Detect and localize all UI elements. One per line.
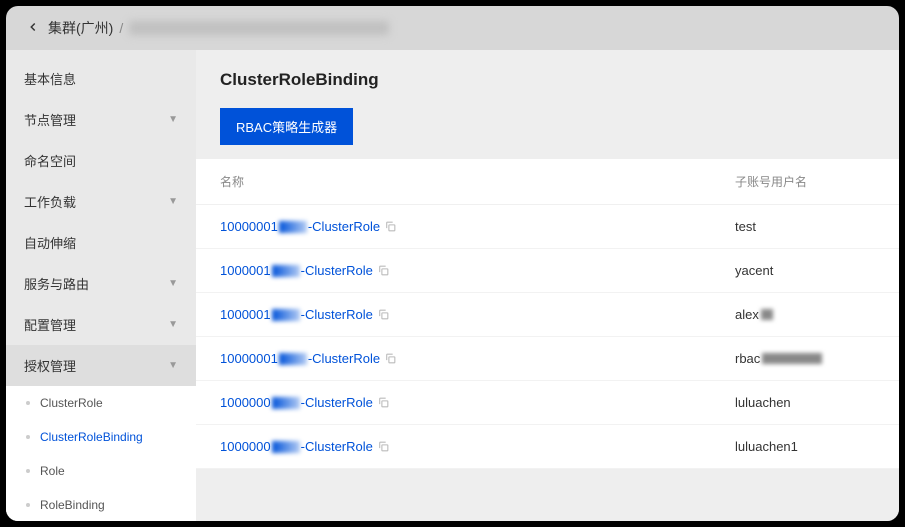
sidebar-item-label: 配置管理 [24, 315, 76, 334]
sidebar-subitem-ClusterRole[interactable]: ClusterRole [6, 386, 196, 420]
name-prefix: 1000000 [220, 439, 271, 454]
sidebar-item-配置管理[interactable]: 配置管理 ▼ [6, 304, 196, 345]
copy-icon[interactable] [377, 396, 390, 409]
sidebar-item-label: 工作负载 [24, 192, 76, 211]
cell-name[interactable]: 1000001 -ClusterRole [220, 307, 735, 322]
sidebar-item-命名空间[interactable]: 命名空间 [6, 140, 196, 181]
name-blurred [272, 309, 300, 321]
chevron-down-icon: ▼ [168, 360, 178, 371]
content-area: ClusterRoleBinding RBAC策略生成器 名称 子账号用户名 1… [196, 50, 899, 521]
sidebar-item-label: 授权管理 [24, 356, 76, 375]
user-blurred [762, 353, 822, 364]
name-blurred [272, 265, 300, 277]
copy-icon[interactable] [384, 352, 397, 365]
sidebar-item-授权管理[interactable]: 授权管理 ▼ [6, 345, 196, 386]
cell-name[interactable]: 10000001 -ClusterRole [220, 351, 735, 366]
sidebar-item-label: 自动伸缩 [24, 233, 76, 252]
copy-icon[interactable] [384, 220, 397, 233]
name-suffix: -ClusterRole [301, 263, 373, 278]
name-suffix: -ClusterRole [301, 395, 373, 410]
chevron-down-icon: ▼ [168, 319, 178, 330]
sidebar-subitem-ClusterRoleBinding[interactable]: ClusterRoleBinding [6, 420, 196, 454]
name-suffix: -ClusterRole [301, 307, 373, 322]
sidebar-item-基本信息[interactable]: 基本信息 [6, 58, 196, 99]
name-prefix: 1000001 [220, 307, 271, 322]
cell-user: test [735, 219, 875, 234]
table-row: 1000001 -ClusterRole yacent [196, 249, 899, 293]
page-title: ClusterRoleBinding [196, 50, 899, 108]
back-arrow-icon[interactable] [26, 20, 40, 37]
cell-name[interactable]: 10000001 -ClusterRole [220, 219, 735, 234]
cell-user: luluachen [735, 395, 875, 410]
breadcrumb-cluster[interactable]: 集群(广州) [48, 18, 113, 38]
name-suffix: -ClusterRole [301, 439, 373, 454]
name-prefix: 1000000 [220, 395, 271, 410]
breadcrumb: 集群(广州) / [6, 6, 899, 50]
copy-icon[interactable] [377, 264, 390, 277]
name-blurred [272, 397, 300, 409]
name-prefix: 10000001 [220, 219, 278, 234]
sidebar-item-label: 服务与路由 [24, 274, 89, 293]
column-header-user: 子账号用户名 [735, 173, 875, 190]
sidebar-item-label: 节点管理 [24, 110, 76, 129]
name-suffix: -ClusterRole [308, 351, 380, 366]
table-panel: 名称 子账号用户名 10000001-ClusterRoletest100000… [196, 159, 899, 469]
user-blurred [761, 309, 773, 320]
sidebar-item-节点管理[interactable]: 节点管理 ▼ [6, 99, 196, 140]
breadcrumb-current-blurred [129, 21, 389, 35]
table-row: 1000000 -ClusterRole luluachen [196, 381, 899, 425]
copy-icon[interactable] [377, 308, 390, 321]
table-header: 名称 子账号用户名 [196, 159, 899, 205]
cell-name[interactable]: 1000001 -ClusterRole [220, 263, 735, 278]
name-suffix: -ClusterRole [308, 219, 380, 234]
sidebar-subitem-RoleBinding[interactable]: RoleBinding [6, 488, 196, 521]
cell-name[interactable]: 1000000 -ClusterRole [220, 395, 735, 410]
cell-name[interactable]: 1000000 -ClusterRole [220, 439, 735, 454]
sidebar-item-label: 命名空间 [24, 151, 76, 170]
name-blurred [272, 441, 300, 453]
breadcrumb-separator: / [119, 20, 123, 36]
table-row: 10000001 -ClusterRole test [196, 205, 899, 249]
sidebar-item-服务与路由[interactable]: 服务与路由 ▼ [6, 263, 196, 304]
cell-user: rbac [735, 351, 875, 366]
sidebar-item-工作负载[interactable]: 工作负载 ▼ [6, 181, 196, 222]
chevron-down-icon: ▼ [168, 196, 178, 207]
sidebar-subitem-Role[interactable]: Role [6, 454, 196, 488]
cell-user: luluachen1 [735, 439, 875, 454]
cell-user: yacent [735, 263, 875, 278]
name-prefix: 10000001 [220, 351, 278, 366]
rbac-generator-button[interactable]: RBAC策略生成器 [220, 108, 353, 145]
name-prefix: 1000001 [220, 263, 271, 278]
chevron-down-icon: ▼ [168, 278, 178, 289]
copy-icon[interactable] [377, 440, 390, 453]
chevron-down-icon: ▼ [168, 114, 178, 125]
table-row: 10000001 -ClusterRole rbac [196, 337, 899, 381]
cell-user: alex [735, 307, 875, 322]
sidebar-item-自动伸缩[interactable]: 自动伸缩 [6, 222, 196, 263]
sidebar-item-label: 基本信息 [24, 69, 76, 88]
name-blurred [279, 221, 307, 233]
column-header-name: 名称 [220, 173, 735, 190]
table-row: 1000001 -ClusterRole alex [196, 293, 899, 337]
name-blurred [279, 353, 307, 365]
table-row: 1000000 -ClusterRole luluachen1 [196, 425, 899, 469]
sidebar: 基本信息节点管理 ▼ 命名空间工作负载 ▼ 自动伸缩服务与路由 ▼ 配置管理 ▼ 授权管理 ▼ Cl… [6, 50, 196, 521]
